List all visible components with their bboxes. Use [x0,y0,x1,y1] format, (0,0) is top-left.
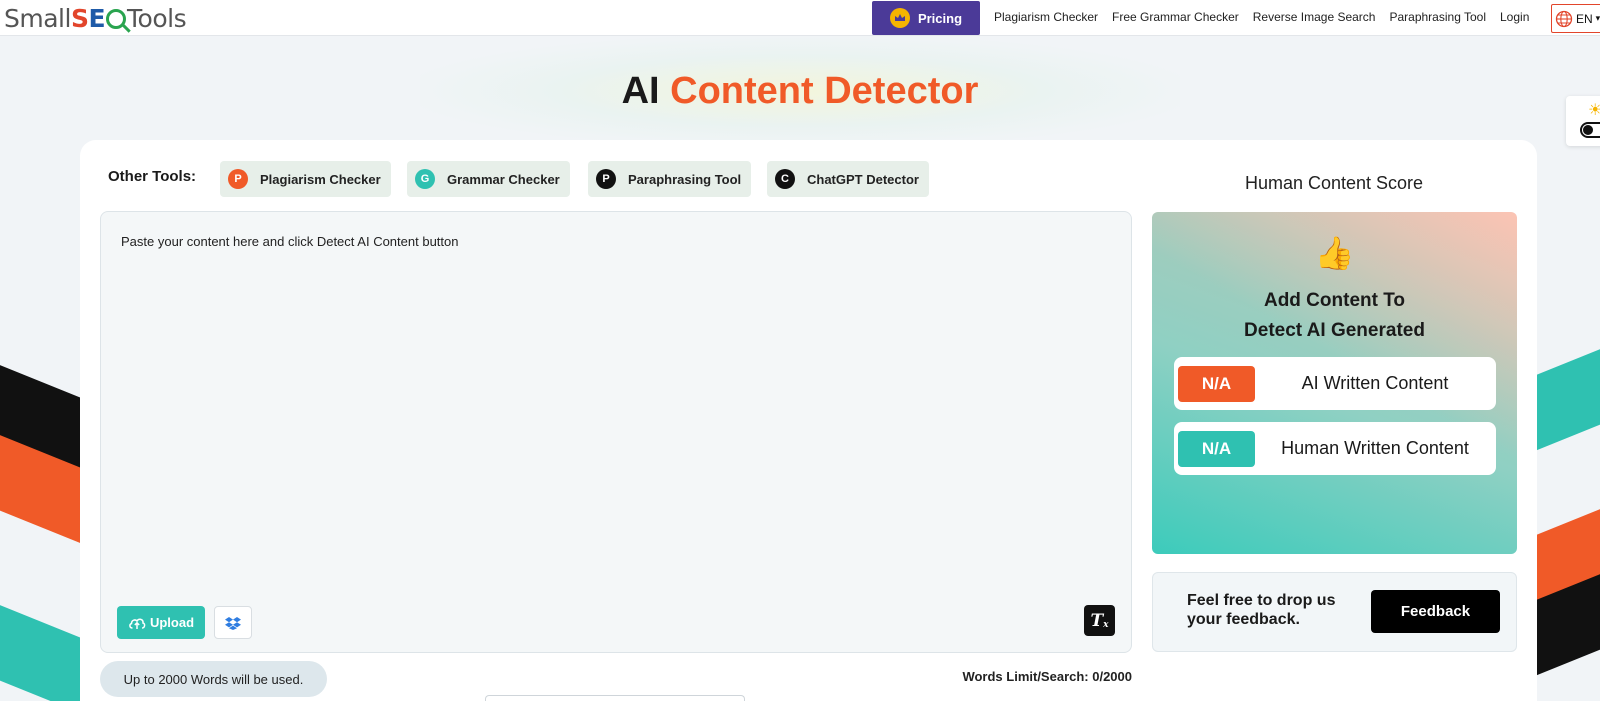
feedback-text: Feel free to drop us your feedback. [1187,592,1336,628]
page-title: AI Content Detector [0,70,1600,113]
paraphrasing-tool-icon: P [596,169,616,189]
site-logo[interactable]: Small S E Tools [4,3,187,33]
detect-button-edge[interactable] [485,695,745,701]
tool-chip-grammar-checker[interactable]: G Grammar Checker [407,161,570,197]
nav-link-login[interactable]: Login [1500,10,1529,24]
other-tools-label: Other Tools: [108,168,197,185]
thumbs-up-icon: 👍 [1314,235,1355,271]
nav-link-plagiarism-checker[interactable]: Plagiarism Checker [994,10,1098,24]
theme-toggle[interactable]: ☀ [1566,96,1600,146]
sun-icon: ☀ [1588,102,1600,119]
upload-button[interactable]: Upload [117,606,205,639]
content-textarea[interactable]: Paste your content here and click Detect… [100,211,1132,653]
nav-link-paraphrasing-tool[interactable]: Paraphrasing Tool [1389,10,1486,24]
tool-chip-label: Grammar Checker [447,171,560,187]
chevron-down-icon: ▾ [1595,13,1600,23]
clear-format-icon[interactable]: Tx [1084,605,1115,636]
top-navigation: Small S E Tools Pricing Plagiarism Check… [0,0,1600,36]
logo-text: E [88,3,106,33]
tool-chip-paraphrasing-tool[interactable]: P Paraphrasing Tool [588,161,752,197]
ai-written-label: AI Written Content [1301,373,1449,393]
nav-link-reverse-image-search[interactable]: Reverse Image Search [1253,10,1376,24]
grammar-checker-icon: G [415,169,435,189]
logo-text: Small [4,3,71,33]
cloud-upload-icon [129,618,146,629]
pricing-label: Pricing [917,10,963,26]
ai-score-badge: N/A [1178,366,1255,402]
dropbox-icon [225,616,241,630]
feedback-box: Feel free to drop us your feedback. Feed… [1152,572,1517,652]
score-title: Human Content Score [1244,173,1424,193]
tool-chip-chatgpt-detector[interactable]: C ChatGPT Detector [767,161,929,197]
upload-label: Upload [149,615,195,630]
plagiarism-checker-icon: P [228,169,248,189]
words-used-note: Up to 2000 Words will be used. [100,661,327,697]
title-accent: Content Detector [670,70,979,112]
language-selector[interactable]: EN ▾ [1551,4,1600,33]
globe-icon [1555,10,1573,27]
human-written-label: Human Written Content [1281,438,1469,458]
logo-text: S [70,3,89,33]
score-heading-line: Add Content To [1263,290,1406,311]
feedback-button[interactable]: Feedback [1371,590,1500,633]
tool-chip-label: Plagiarism Checker [260,171,381,187]
language-label: EN [1576,11,1593,26]
score-heading-line: Detect AI Generated [1244,320,1425,341]
nav-links: Plagiarism Checker Free Grammar Checker … [994,0,1543,34]
chatgpt-detector-icon: C [775,169,795,189]
textarea-placeholder: Paste your content here and click Detect… [121,234,459,249]
tool-chip-label: ChatGPT Detector [807,171,919,187]
human-written-row: N/A Human Written Content [1174,422,1496,475]
logo-text: Tools [127,3,187,33]
crown-icon [889,8,910,28]
tool-chip-label: Paraphrasing Tool [628,171,742,187]
tool-chip-plagiarism-checker[interactable]: P Plagiarism Checker [220,161,391,197]
magnifier-icon [106,9,127,29]
nav-link-grammar-checker[interactable]: Free Grammar Checker [1112,10,1239,24]
dropbox-button[interactable] [214,606,252,639]
title-prefix: AI [621,70,660,112]
human-score-badge: N/A [1178,431,1255,467]
score-panel: 👍 Add Content To Detect AI Generated N/A… [1152,212,1517,554]
pricing-button[interactable]: Pricing [872,1,980,35]
toggle-switch[interactable] [1580,122,1600,138]
score-heading: Add Content To Detect AI Generated [1152,286,1517,346]
words-limit-counter: Words Limit/Search: 0/2000 [962,669,1132,684]
ai-written-row: N/A AI Written Content [1174,357,1496,410]
